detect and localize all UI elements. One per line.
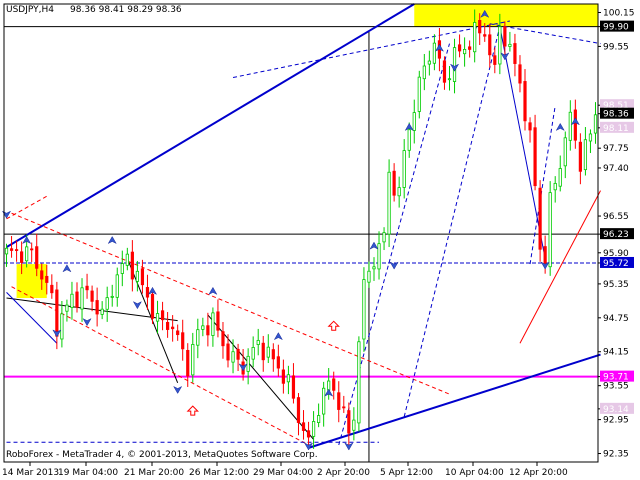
highlight-zone-0 <box>414 4 598 27</box>
x-tick-label: 12 Apr 20:00 <box>509 468 568 478</box>
y-tick-label: 92.35 <box>603 450 629 460</box>
y-tick-label: 94.15 <box>603 348 629 358</box>
ohlc-readout: 98.36 98.41 98.29 98.36 <box>70 5 182 15</box>
x-tick-label: 2 Apr 20:00 <box>317 468 370 478</box>
y-tick-label: 96.55 <box>603 212 629 222</box>
x-tick-label: 29 Mar 04:00 <box>253 468 313 478</box>
x-tick-label: 5 Apr 12:00 <box>380 468 433 478</box>
y-tick-label: 97.40 <box>603 164 629 174</box>
symbol-label: USDJPY,H4 <box>6 5 54 15</box>
y-tick-label: 98.11 <box>603 124 629 134</box>
candle <box>357 336 361 432</box>
price-chart[interactable]: 100.1599.9099.5598.5198.3698.1197.7597.4… <box>0 0 640 480</box>
y-tick-label: 94.75 <box>603 314 629 324</box>
copyright-text: RoboForex - MetaTrader 4, © 2001-2013, M… <box>6 450 318 460</box>
candle <box>417 70 421 119</box>
candle <box>362 267 366 352</box>
y-tick-label: 99.90 <box>603 23 629 33</box>
y-tick-label: 93.14 <box>603 405 629 415</box>
y-tick-label: 100.15 <box>603 8 635 18</box>
highlight-zone-1 <box>16 264 47 299</box>
y-tick-label: 98.36 <box>603 110 629 120</box>
candle <box>538 180 542 262</box>
candle <box>387 159 391 248</box>
y-tick-label: 95.35 <box>603 280 629 290</box>
y-tick-label: 96.23 <box>603 230 629 240</box>
y-tick-label: 95.72 <box>603 259 629 269</box>
x-tick-label: 10 Apr 04:00 <box>445 468 504 478</box>
y-tick-label: 92.95 <box>603 416 629 426</box>
x-tick-label: 19 Mar 04:00 <box>58 468 118 478</box>
y-tick-label: 99.55 <box>603 42 629 52</box>
x-tick-label: 26 Mar 12:00 <box>189 468 249 478</box>
x-tick-label: 14 Mar 2013 <box>2 468 59 478</box>
y-tick-label: 93.55 <box>603 382 629 392</box>
x-tick-label: 21 Mar 20:00 <box>124 468 184 478</box>
candle <box>548 181 552 276</box>
y-tick-label: 97.75 <box>603 144 629 154</box>
chart-background <box>0 0 640 480</box>
